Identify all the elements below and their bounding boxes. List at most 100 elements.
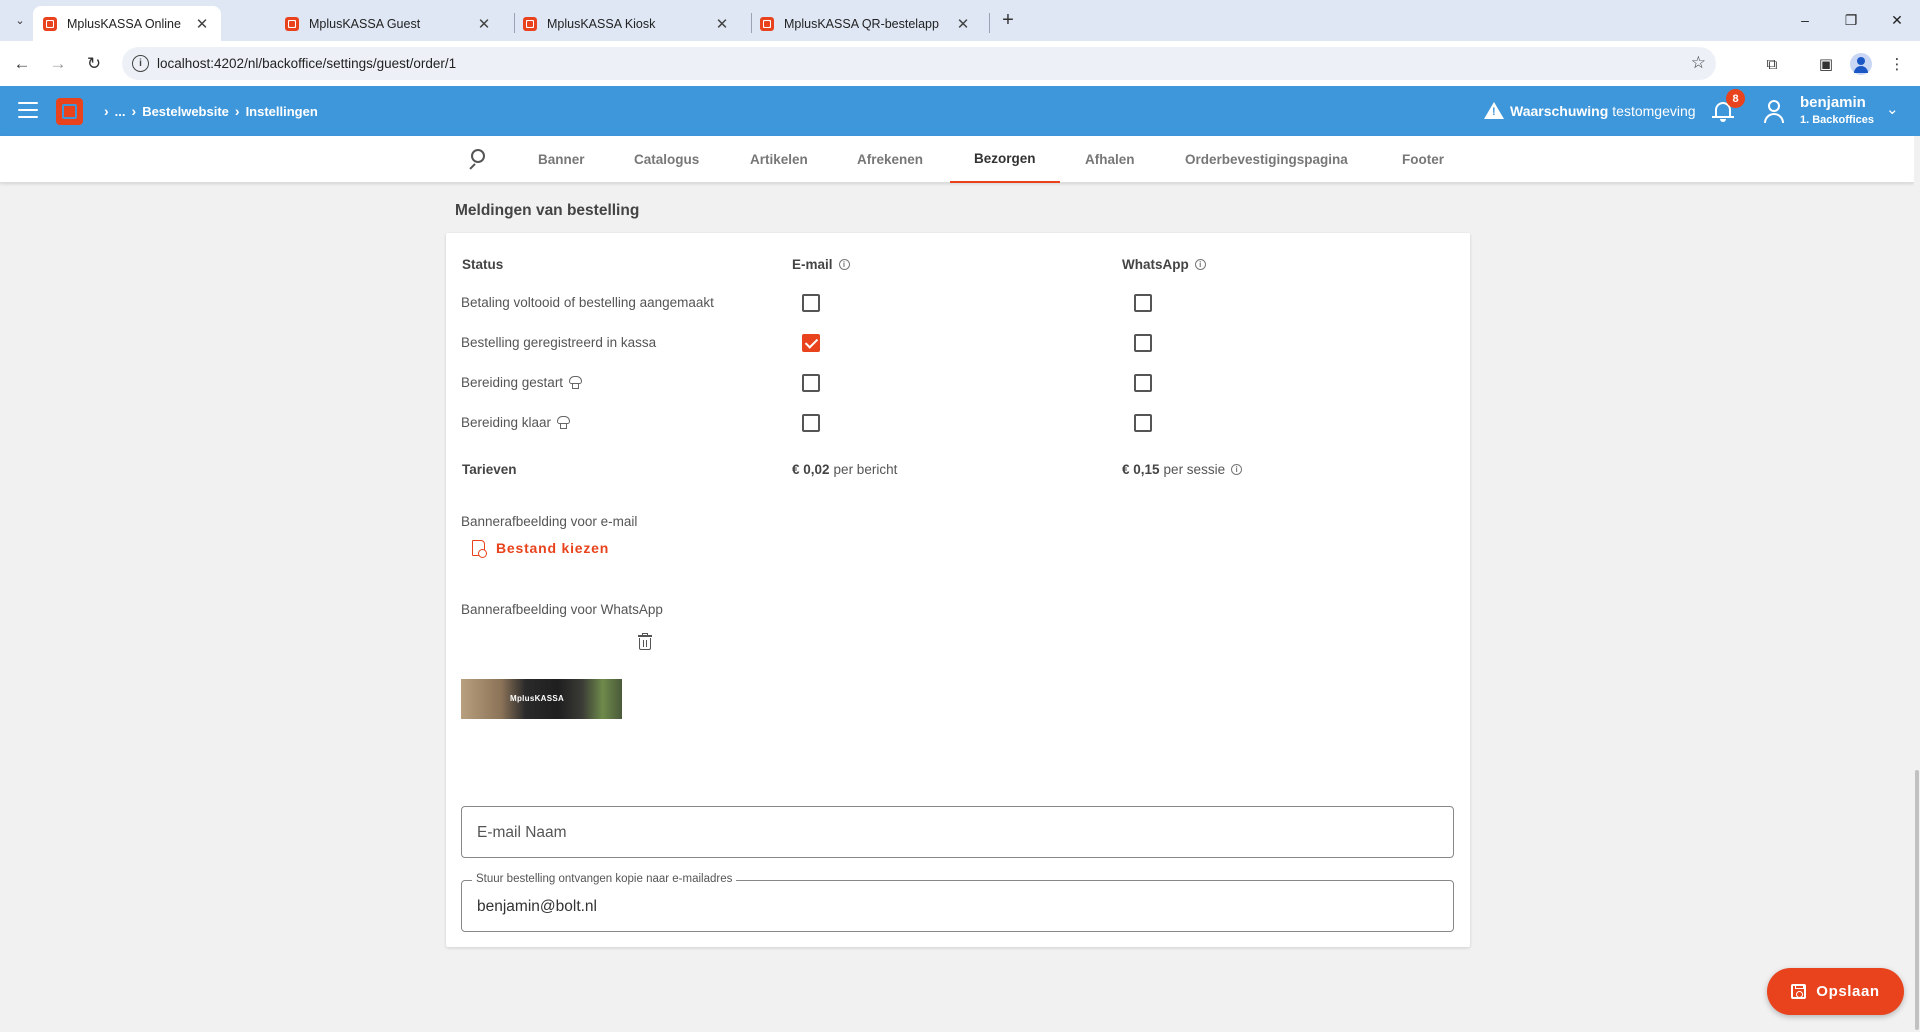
whatsapp-rate-unit: per sessie xyxy=(1163,462,1226,477)
email-checkbox-registered-in-pos[interactable] xyxy=(802,334,820,352)
user-name[interactable]: benjamin xyxy=(1800,94,1866,111)
tab-orderbevestigingspagina[interactable]: Orderbevestigingspagina xyxy=(1161,136,1372,183)
breadcrumb-item-ellipsis[interactable]: ... xyxy=(115,104,126,119)
warning-bold-label: Waarschuwing xyxy=(1510,102,1609,119)
whatsapp-checkbox-preparation-started[interactable] xyxy=(1134,374,1152,392)
tab-footer[interactable]: Footer xyxy=(1378,136,1468,183)
page-scrollbar-thumb[interactable] xyxy=(1915,770,1919,1030)
file-upload-icon xyxy=(472,540,487,558)
close-window-icon[interactable]: ✕ xyxy=(1882,8,1912,32)
tab-separator xyxy=(989,13,990,33)
user-account-icon[interactable] xyxy=(1762,99,1786,123)
email-rate: € 0,02 per bericht xyxy=(792,462,897,477)
app-header: › ... › Bestelwebsite › Instellingen Waa… xyxy=(0,86,1920,136)
browser-toolbar: ← → ↻ i localhost:4202/nl/backoffice/set… xyxy=(0,41,1920,86)
status-row-label: Betaling voltooid of bestelling aangemaa… xyxy=(461,295,714,310)
status-column-header: Status xyxy=(462,257,503,272)
reload-icon[interactable]: ↻ xyxy=(81,51,107,77)
floppy-disk-icon xyxy=(1791,984,1807,999)
email-checkbox-preparation-started[interactable] xyxy=(802,374,820,392)
row-label-text: Bestelling geregistreerd in kassa xyxy=(461,335,657,350)
email-checkbox-preparation-ready[interactable] xyxy=(802,414,820,432)
save-label: Opslaan xyxy=(1816,983,1880,1000)
warning-triangle-icon xyxy=(1484,102,1504,119)
browser-tab-kiosk[interactable]: MplusKASSA Kiosk ✕ xyxy=(513,6,741,41)
email-checkbox-payment-completed[interactable] xyxy=(802,294,820,312)
back-arrow-icon[interactable]: ← xyxy=(9,51,35,77)
rates-label: Tarieven xyxy=(462,462,517,477)
profile-avatar-icon[interactable] xyxy=(1848,51,1874,77)
info-icon[interactable]: i xyxy=(1231,464,1243,475)
email-rate-value: € 0,02 xyxy=(792,462,830,477)
copy-email-field[interactable]: Stuur bestelling ontvangen kopie naar e-… xyxy=(461,873,1454,932)
address-url[interactable]: localhost:4202/nl/backoffice/settings/gu… xyxy=(157,56,456,71)
address-bar[interactable]: i localhost:4202/nl/backoffice/settings/… xyxy=(122,47,1716,80)
tab-afhalen[interactable]: Afhalen xyxy=(1061,136,1159,183)
breadcrumb: › ... › Bestelwebsite › Instellingen xyxy=(98,103,318,119)
close-tab-icon[interactable]: ✕ xyxy=(193,15,211,33)
info-icon[interactable]: i xyxy=(838,259,850,270)
save-button[interactable]: Opslaan xyxy=(1767,968,1904,1015)
mpluskassa-logo[interactable] xyxy=(56,98,83,125)
chevron-right-icon: › xyxy=(104,103,109,119)
bookmark-star-icon[interactable]: ☆ xyxy=(1691,53,1706,73)
tab-artikelen[interactable]: Artikelen xyxy=(726,136,832,183)
whatsapp-checkbox-payment-completed[interactable] xyxy=(1134,294,1152,312)
extensions-icon[interactable]: ⧉ xyxy=(1759,51,1785,77)
whatsapp-checkbox-registered-in-pos[interactable] xyxy=(1134,334,1152,352)
notification-count-badge: 8 xyxy=(1726,89,1745,108)
chef-hat-icon xyxy=(569,376,583,389)
mpluskassa-favicon-icon xyxy=(760,16,774,31)
chevron-right-icon: › xyxy=(131,103,137,119)
whatsapp-checkbox-preparation-ready[interactable] xyxy=(1134,414,1152,432)
whatsapp-header-label: WhatsApp xyxy=(1122,257,1189,272)
status-header-label: Status xyxy=(462,257,504,272)
section-title: Meldingen van bestelling xyxy=(455,202,640,219)
email-name-input[interactable] xyxy=(477,821,1437,845)
breadcrumb-item-bestelwebsite[interactable]: Bestelwebsite xyxy=(142,104,229,119)
rates-label-text: Tarieven xyxy=(462,462,517,477)
tab-search-chevron-icon[interactable]: ⌄ xyxy=(8,8,32,32)
chef-hat-icon xyxy=(557,416,571,429)
close-tab-icon[interactable]: ✕ xyxy=(475,15,493,33)
status-row-label: Bestelling geregistreerd in kassa xyxy=(461,335,656,350)
chevron-right-icon: › xyxy=(234,103,240,119)
tab-bezorgen[interactable]: Bezorgen xyxy=(950,136,1060,183)
browser-tab-online[interactable]: MplusKASSA Online ✕ xyxy=(33,6,221,41)
tab-catalogus[interactable]: Catalogus xyxy=(610,136,723,183)
hamburger-menu-icon[interactable] xyxy=(18,102,38,118)
site-info-icon[interactable]: i xyxy=(132,55,149,72)
user-role: 1. Backoffices xyxy=(1800,114,1874,126)
close-tab-icon[interactable]: ✕ xyxy=(713,15,731,33)
breadcrumb-item-instellingen: Instellingen xyxy=(245,103,318,119)
email-rate-unit: per bericht xyxy=(833,462,898,477)
info-icon[interactable]: i xyxy=(1194,259,1206,270)
choose-file-label: Bestand kiezen xyxy=(496,540,610,556)
mpluskassa-favicon-icon xyxy=(43,16,57,31)
settings-tab-bar: Banner Catalogus Artikelen Afrekenen Bez… xyxy=(0,136,1914,183)
choose-file-button[interactable]: Bestand kiezen xyxy=(472,540,610,558)
chevron-down-icon[interactable]: ⌄ xyxy=(1886,100,1899,118)
whatsapp-banner-image: MplusKASSA xyxy=(461,679,622,719)
close-tab-icon[interactable]: ✕ xyxy=(954,15,972,33)
restore-window-icon[interactable]: ❐ xyxy=(1836,8,1866,32)
delete-trash-icon[interactable] xyxy=(638,633,652,650)
copy-email-input[interactable] xyxy=(477,895,1437,919)
browser-tab-qr[interactable]: MplusKASSA QR-bestelapp ✕ xyxy=(750,6,982,41)
tab-afrekenen[interactable]: Afrekenen xyxy=(833,136,947,183)
browser-tab-guest[interactable]: MplusKASSA Guest ✕ xyxy=(275,6,503,41)
forward-arrow-icon[interactable]: → xyxy=(45,51,71,77)
search-icon[interactable] xyxy=(467,149,487,170)
email-column-header: E-mail i xyxy=(792,257,850,272)
warning-text: testomgeving xyxy=(1612,102,1696,119)
row-label-text: Betaling voltooid of bestelling aangemaa… xyxy=(461,295,714,310)
email-name-field[interactable] xyxy=(461,806,1454,858)
minimize-window-icon[interactable]: – xyxy=(1790,8,1820,32)
new-tab-icon[interactable]: + xyxy=(996,8,1020,32)
browser-menu-icon[interactable]: ⋮ xyxy=(1884,51,1910,77)
side-panel-icon[interactable]: ▣ xyxy=(1813,51,1839,77)
tab-banner[interactable]: Banner xyxy=(514,136,609,183)
environment-warning: Waarschuwing testomgeving xyxy=(1484,102,1696,119)
whatsapp-rate: € 0,15 per sessie i xyxy=(1122,462,1243,477)
mpluskassa-favicon-icon xyxy=(285,16,299,31)
